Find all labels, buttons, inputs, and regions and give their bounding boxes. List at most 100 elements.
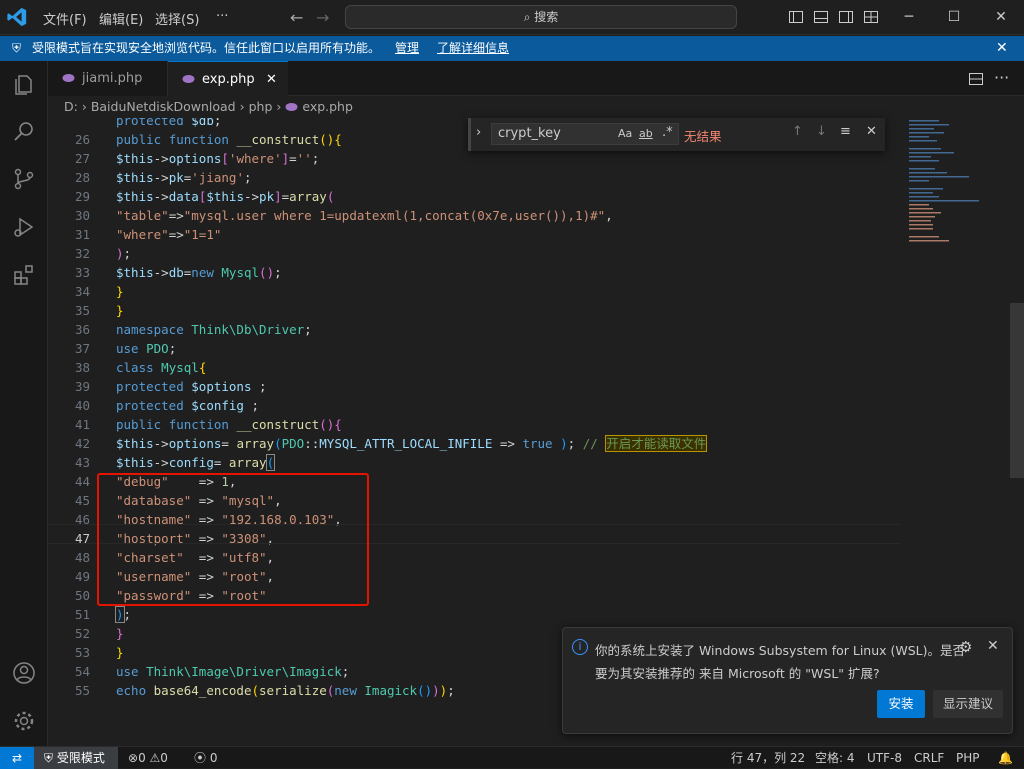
- tab-jiami-php[interactable]: jiami.php: [48, 61, 168, 96]
- line-number: 42: [74, 436, 90, 451]
- menu-select[interactable]: 选择(S): [155, 9, 199, 28]
- language-status[interactable]: PHP: [956, 747, 980, 769]
- php-file-icon: [62, 74, 75, 82]
- close-window-button[interactable]: ✕: [978, 0, 1024, 35]
- minimize-button[interactable]: ─: [886, 0, 932, 35]
- line-number: 35: [74, 303, 90, 318]
- command-search-box[interactable]: ⌕ 搜索: [345, 5, 737, 29]
- line-number: 31: [74, 227, 90, 242]
- ports-status[interactable]: ⦿ 0: [194, 747, 217, 769]
- line-number: 48: [74, 550, 90, 565]
- gear-icon[interactable]: ⚙: [959, 638, 972, 656]
- close-tab-icon[interactable]: ✕: [266, 62, 277, 97]
- shield-icon: ⛨: [12, 41, 22, 55]
- source-control-icon[interactable]: [12, 167, 36, 191]
- line-number: 52: [74, 626, 90, 641]
- restricted-mode-status[interactable]: ⛨ 受限模式: [34, 747, 118, 769]
- menu-more[interactable]: ···: [216, 9, 228, 24]
- warning-count: 0: [160, 751, 168, 765]
- arrow-down-icon[interactable]: ↓: [816, 124, 827, 139]
- breadcrumb-file[interactable]: exp.php: [302, 99, 353, 114]
- regex-toggle[interactable]: .*: [662, 125, 673, 140]
- customize-layout-icon[interactable]: [863, 9, 879, 25]
- tab-label: jiami.php: [82, 71, 143, 86]
- tab-exp-php[interactable]: exp.php ✕: [168, 61, 288, 96]
- vscode-logo-icon[interactable]: [6, 6, 28, 28]
- php-file-icon: [182, 75, 195, 83]
- chevron-right-icon: ›: [239, 99, 249, 114]
- code-comment: 开启才能读取文件: [605, 435, 708, 452]
- toggle-primary-sidebar-icon[interactable]: [788, 9, 804, 25]
- chevron-right-icon: ›: [276, 99, 286, 114]
- line-number: 28: [74, 170, 90, 185]
- run-debug-icon[interactable]: [12, 215, 36, 239]
- line-number: 54: [74, 664, 90, 679]
- problems-status[interactable]: ⊗0 ⚠0: [128, 747, 168, 769]
- line-number: 41: [74, 417, 90, 432]
- chevron-right-icon: ›: [81, 99, 91, 114]
- line-number: 36: [74, 322, 90, 337]
- close-find-icon[interactable]: ✕: [866, 124, 877, 139]
- activity-bar: [0, 61, 48, 746]
- line-number: 34: [74, 284, 90, 299]
- search-icon[interactable]: [12, 119, 36, 143]
- encoding-status[interactable]: UTF-8: [867, 747, 902, 769]
- match-case-toggle[interactable]: Aa: [618, 127, 632, 140]
- error-count: 0: [138, 751, 146, 765]
- accounts-icon[interactable]: [12, 661, 36, 685]
- broadcast-icon: ⦿: [194, 751, 207, 765]
- breadcrumb-subfolder[interactable]: php: [249, 99, 273, 114]
- cursor-position[interactable]: 行 47，列 22: [731, 747, 805, 769]
- chevron-right-icon[interactable]: ›: [476, 125, 481, 140]
- line-number: 32: [74, 246, 90, 261]
- banner-manage-link[interactable]: 管理: [395, 36, 419, 61]
- menu-file[interactable]: 文件(F): [43, 9, 87, 28]
- arrow-up-icon[interactable]: ↑: [792, 124, 803, 139]
- error-icon: ⊗: [128, 751, 139, 765]
- search-placeholder: 搜索: [534, 10, 559, 24]
- toggle-panel-icon[interactable]: [813, 9, 829, 25]
- line-number: 53: [74, 645, 90, 660]
- notification-line1: 你的系统上安装了 Windows Subsystem for Linux (WS…: [595, 643, 966, 658]
- breadcrumb: D: › BaiduNetdiskDownload › php › exp.ph…: [48, 96, 1024, 118]
- banner-close-icon[interactable]: ✕: [996, 36, 1008, 61]
- vertical-scrollbar[interactable]: [1010, 303, 1024, 478]
- notification-line2: 要为其安装推荐的 来自 Microsoft 的 "WSL" 扩展?: [595, 666, 880, 681]
- whole-word-toggle[interactable]: ab: [639, 127, 653, 140]
- wsl-notification: i 你的系统上安装了 Windows Subsystem for Linux (…: [562, 627, 1013, 734]
- restricted-label: 受限模式: [56, 751, 105, 765]
- extensions-icon[interactable]: [12, 263, 36, 287]
- notifications-bell-icon[interactable]: 🔔: [998, 747, 1013, 769]
- explorer-icon[interactable]: [12, 73, 36, 97]
- back-arrow-icon[interactable]: ←: [290, 8, 303, 27]
- line-number: 37: [74, 341, 90, 356]
- more-actions-icon[interactable]: ···: [994, 68, 1009, 87]
- show-recommendations-button[interactable]: 显示建议: [933, 690, 1003, 718]
- line-number: 43: [74, 455, 90, 470]
- breadcrumb-drive[interactable]: D:: [64, 99, 78, 114]
- close-notification-icon[interactable]: ✕: [987, 638, 999, 654]
- eol-status[interactable]: CRLF: [914, 747, 944, 769]
- indentation-status[interactable]: 空格: 4: [815, 747, 855, 769]
- banner-text: 受限模式旨在实现安全地浏览代码。信任此窗口以启用所有功能。: [32, 41, 381, 55]
- install-button[interactable]: 安装: [877, 690, 925, 718]
- split-editor-icon[interactable]: [968, 71, 984, 87]
- banner-learn-more-link[interactable]: 了解详细信息: [437, 36, 509, 61]
- menu-edit[interactable]: 编辑(E): [99, 9, 143, 28]
- minimap[interactable]: [905, 118, 1005, 248]
- breadcrumb-folder[interactable]: BaiduNetdiskDownload: [91, 99, 236, 114]
- forward-arrow-icon[interactable]: →: [316, 8, 329, 27]
- line-number: 29: [74, 189, 90, 204]
- status-bar: ⇄ ⛨ 受限模式 ⊗0 ⚠0 ⦿ 0 行 47，列 22 空格: 4 UTF-8…: [0, 746, 1024, 769]
- find-in-selection-icon[interactable]: ≡: [840, 124, 851, 139]
- line-number: 38: [74, 360, 90, 375]
- title-bar: 文件(F) 编辑(E) 选择(S) ··· ← → ⌕ 搜索 ─ ☐ ✕: [0, 0, 1024, 35]
- editor-tabs: jiami.php exp.php ✕ ···: [48, 61, 1024, 96]
- line-number: 27: [74, 151, 90, 166]
- toggle-secondary-sidebar-icon[interactable]: [838, 9, 854, 25]
- info-icon: i: [572, 639, 588, 655]
- remote-icon[interactable]: ⇄: [0, 747, 34, 769]
- manage-gear-icon[interactable]: [12, 709, 36, 733]
- maximize-button[interactable]: ☐: [931, 0, 977, 35]
- line-number: 50: [74, 588, 90, 603]
